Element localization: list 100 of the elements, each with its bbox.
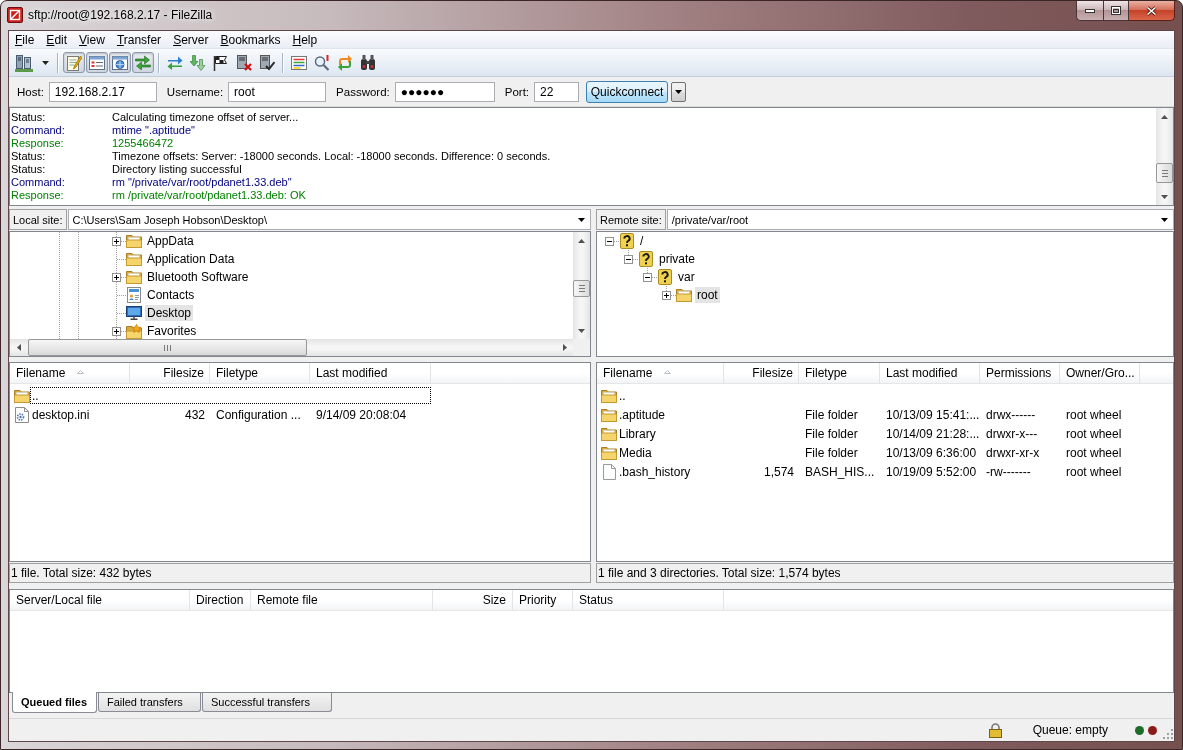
maximize-button[interactable]: [1103, 1, 1129, 21]
scrollbar-thumb[interactable]: [28, 339, 307, 356]
column-header[interactable]: Size: [433, 590, 513, 610]
column-header[interactable]: Filesize: [724, 363, 799, 383]
path-combobox[interactable]: /private/var/root: [666, 209, 1174, 230]
tree-item[interactable]: Favorites: [145, 323, 199, 339]
column-header[interactable]: Filename: [597, 363, 724, 383]
column-header[interactable]: Owner/Gro...: [1060, 363, 1140, 383]
username-field[interactable]: root: [228, 81, 327, 102]
file-row[interactable]: .aptitude File folder 10/13/09 15:41:... drwx------ root wheel: [597, 405, 1173, 424]
column-header[interactable]: Remote file: [251, 590, 433, 610]
left-arrow-icon[interactable]: [16, 344, 21, 351]
down-arrows-icon[interactable]: [189, 54, 206, 71]
notepad-icon: [65, 54, 82, 71]
menu-item[interactable]: Help: [286, 31, 324, 48]
tree-collapse-icon[interactable]: [624, 254, 633, 264]
up-arrow-icon[interactable]: [578, 238, 585, 243]
minimize-button[interactable]: [1076, 1, 1103, 21]
file-row[interactable]: Media File folder 10/13/09 6:36:00 drwxr-xr-x root wheel: [597, 443, 1173, 462]
tree-expand-icon[interactable]: [662, 290, 671, 300]
tree-item[interactable]: /: [638, 233, 646, 249]
file-row[interactable]: ..: [10, 386, 590, 405]
column-header[interactable]: Last modified: [880, 363, 980, 383]
menu-item[interactable]: File: [9, 31, 41, 48]
star-folder-icon: [126, 323, 142, 339]
servers-icon[interactable]: [15, 53, 33, 72]
tree-item[interactable]: var: [676, 269, 697, 285]
magnifier-icon[interactable]: [313, 54, 330, 71]
down-arrow-icon[interactable]: [578, 328, 585, 333]
vertical-scrollbar[interactable]: [573, 232, 590, 339]
column-header[interactable]: Filetype: [210, 363, 310, 383]
tree-expand-icon[interactable]: [112, 236, 121, 246]
menu-item[interactable]: Bookmarks: [214, 31, 287, 48]
refresh-arrows-icon[interactable]: [166, 55, 183, 70]
menu-item[interactable]: Transfer: [110, 31, 168, 48]
tree-item[interactable]: Application Data: [145, 251, 237, 267]
table-cell-text: drwx------: [985, 407, 1037, 422]
tab[interactable]: Queued files: [12, 692, 97, 713]
tree-expand-icon[interactable]: [112, 326, 121, 336]
column-header[interactable]: Permissions: [980, 363, 1060, 383]
down-arrow-icon[interactable]: [1161, 194, 1168, 199]
port-field[interactable]: 22: [534, 81, 580, 102]
tree-collapse-icon[interactable]: [605, 236, 614, 246]
column-header[interactable]: Server/Local file: [10, 590, 190, 610]
menu-item[interactable]: Edit: [40, 31, 74, 48]
right-arrow-icon[interactable]: [562, 344, 567, 351]
toggle-button[interactable]: [62, 52, 85, 73]
column-header[interactable]: Filesize: [130, 363, 210, 383]
folder-icon: [126, 270, 142, 284]
menu-item[interactable]: View: [73, 31, 111, 48]
column-header[interactable]: Priority: [513, 590, 573, 610]
host-field[interactable]: 192.168.2.17: [48, 81, 157, 102]
tree-item[interactable]: Contacts: [145, 287, 197, 303]
file-row[interactable]: ..: [597, 386, 1173, 405]
tab[interactable]: Failed transfers: [98, 693, 201, 712]
file-row[interactable]: .bash_history 1,574 BASH_HIS... 10/19/09 5:52:00 -rw------- root wheel: [597, 462, 1173, 481]
settings-file-icon: [15, 406, 29, 423]
sync-arrows-icon[interactable]: [336, 54, 353, 71]
scrollbar-thumb[interactable]: [1156, 163, 1173, 183]
dropdown-arrow-icon[interactable]: [1161, 217, 1168, 222]
tree-item[interactable]: Desktop: [145, 305, 194, 321]
toggle-button[interactable]: [85, 52, 108, 73]
flag-icon[interactable]: [213, 54, 228, 71]
vertical-scrollbar[interactable]: [1156, 108, 1173, 205]
path-combobox[interactable]: C:\Users\Sam Joseph Hobson\Desktop\: [67, 209, 591, 230]
tree-item[interactable]: private: [657, 251, 698, 267]
tree-expand-icon[interactable]: [112, 272, 121, 282]
folder-icon: [676, 288, 692, 302]
password-field[interactable]: ●●●●●●: [394, 81, 495, 102]
column-header[interactable]: Filename: [10, 363, 130, 383]
table-cell-text: drwxr-x---: [985, 426, 1039, 441]
toggle-button[interactable]: [108, 52, 131, 73]
toggle-button[interactable]: [131, 52, 154, 73]
close-button[interactable]: [1129, 1, 1175, 21]
dropdown-arrow-icon[interactable]: [41, 60, 49, 65]
file-row[interactable]: Library File folder 10/14/09 21:28:... drwxr-x--- root wheel: [597, 424, 1173, 443]
server-tick-icon[interactable]: [258, 54, 275, 71]
tree-collapse-icon[interactable]: [643, 272, 652, 282]
column-header[interactable]: Status: [573, 590, 724, 610]
table-cell-text: Configuration ...: [215, 407, 302, 422]
tree-item[interactable]: Bluetooth Software: [145, 269, 251, 285]
quickconnect-button[interactable]: Quickconnect: [586, 80, 669, 103]
tree-item[interactable]: root: [695, 287, 720, 303]
file-row[interactable]: desktop.ini 432 Configuration ... 9/14/09 20:08:04: [10, 405, 590, 424]
column-header[interactable]: Direction: [190, 590, 251, 610]
column-header[interactable]: Last modified: [310, 363, 431, 383]
tree-item[interactable]: AppData: [145, 233, 196, 249]
scrollbar-thumb[interactable]: [573, 280, 590, 297]
up-arrow-icon[interactable]: [1161, 114, 1168, 119]
horizontal-scrollbar[interactable]: [10, 339, 573, 356]
site-label: Local site:: [9, 209, 67, 230]
dropdown-arrow-icon[interactable]: [578, 217, 585, 222]
colored-list-icon[interactable]: [290, 55, 307, 70]
menu-item[interactable]: Server: [167, 31, 215, 48]
binoculars-icon[interactable]: [359, 55, 376, 70]
server-cross-icon[interactable]: [235, 54, 252, 71]
resize-grip-icon[interactable]: [1163, 729, 1173, 739]
tab[interactable]: Successful transfers: [202, 693, 332, 712]
column-header[interactable]: Filetype: [799, 363, 880, 383]
dropdown-button[interactable]: [671, 81, 687, 102]
